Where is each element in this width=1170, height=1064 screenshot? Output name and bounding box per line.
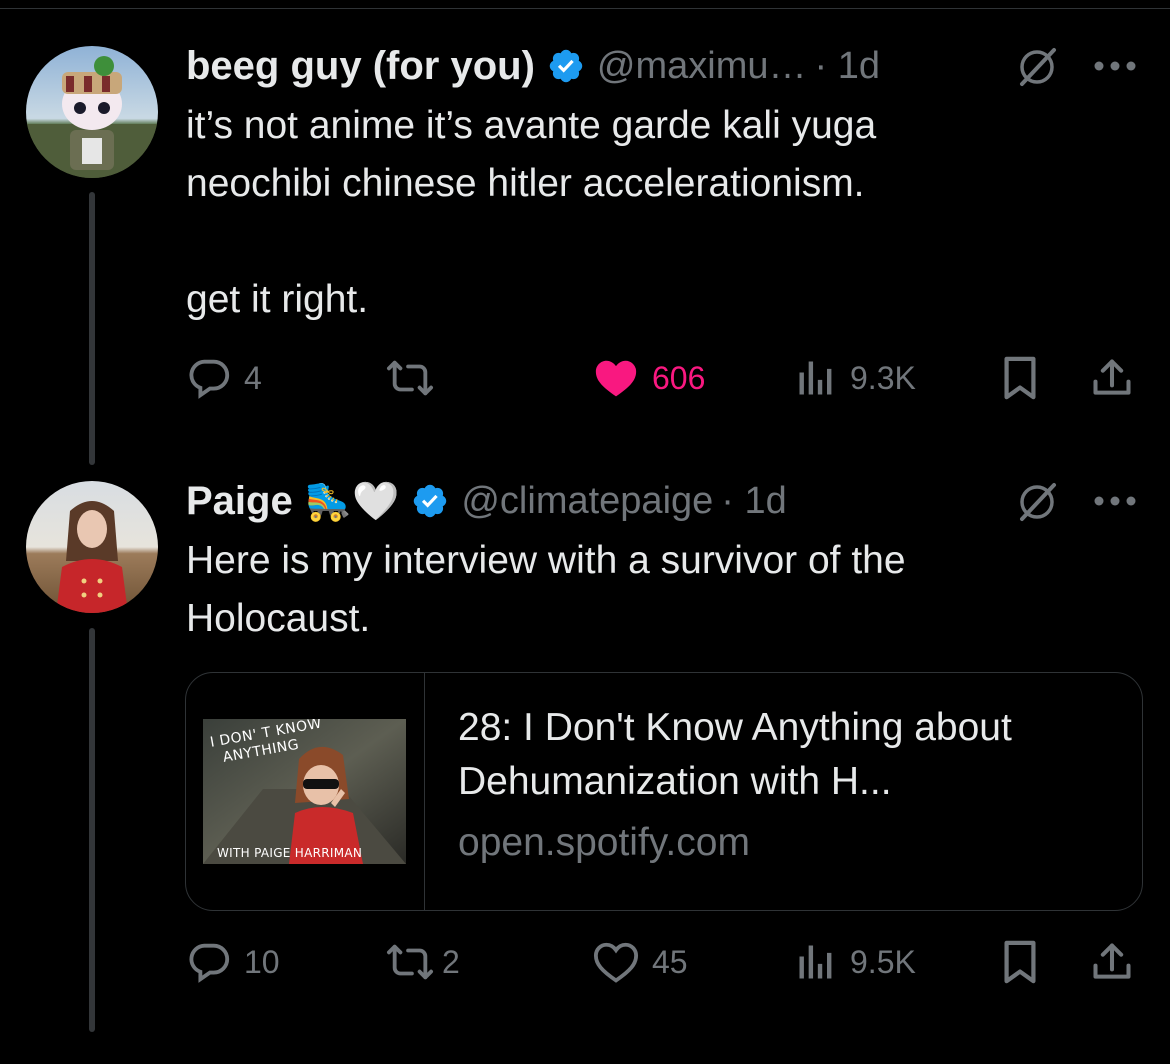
timestamp[interactable]: · 1d xyxy=(721,480,786,523)
tweet-header: Paige 🛼🤍 @climatepaige · 1d xyxy=(186,476,787,526)
like-count: 45 xyxy=(652,943,688,980)
tweet-1[interactable]: beeg guy (for you) @maximu… · 1d it’s no… xyxy=(0,0,1170,470)
action-bar: 4 606 9.3K xyxy=(186,353,1146,403)
share-icon xyxy=(1093,943,1131,979)
views-count: 9.3K xyxy=(850,359,916,396)
bookmark-button[interactable] xyxy=(1000,937,1040,987)
tweet-text: Here is my interview with a survivor of … xyxy=(186,539,906,640)
repost-count: 2 xyxy=(442,943,460,980)
share-button[interactable] xyxy=(1090,937,1134,987)
repost-button[interactable]: 2 xyxy=(384,937,460,987)
repost-icon xyxy=(386,944,433,980)
grok-icon[interactable] xyxy=(1016,46,1058,88)
views-icon xyxy=(799,361,832,395)
bookmark-button[interactable] xyxy=(1000,353,1040,403)
avatar[interactable] xyxy=(26,481,158,613)
card-thumbnail: I DON' T KNOW ANYTHING WITH PAIGE HARRIM… xyxy=(203,719,406,864)
link-card[interactable]: I DON' T KNOW ANYTHING WITH PAIGE HARRIM… xyxy=(185,672,1143,911)
action-bar: 10 2 45 9.5K xyxy=(186,937,1146,987)
bookmark-icon xyxy=(1004,356,1036,400)
views-button[interactable]: 9.5K xyxy=(794,937,916,987)
reply-icon xyxy=(189,943,230,983)
reply-count: 4 xyxy=(244,359,262,396)
card-title[interactable]: 28: I Don't Know Anything about Dehumani… xyxy=(458,701,1118,809)
more-icon[interactable] xyxy=(1092,59,1138,73)
handle[interactable]: @maximu… xyxy=(597,45,807,88)
repost-button[interactable] xyxy=(384,353,448,403)
thread-line xyxy=(89,192,95,465)
share-button[interactable] xyxy=(1090,353,1134,403)
verified-badge-icon xyxy=(411,482,449,520)
share-icon xyxy=(1093,359,1131,395)
avatar[interactable] xyxy=(26,46,158,178)
like-count: 606 xyxy=(652,359,706,396)
handle[interactable]: @climatepaige xyxy=(461,480,713,523)
more-icon[interactable] xyxy=(1092,494,1138,508)
like-icon xyxy=(593,942,639,983)
reply-button[interactable]: 4 xyxy=(186,353,262,403)
like-icon xyxy=(595,360,637,397)
reply-icon xyxy=(189,359,230,399)
views-count: 9.5K xyxy=(850,943,916,980)
grok-icon[interactable] xyxy=(1016,481,1058,523)
repost-icon xyxy=(386,360,433,396)
card-thumbnail-frame: I DON' T KNOW ANYTHING WITH PAIGE HARRIM… xyxy=(186,673,425,910)
timestamp[interactable]: · 1d xyxy=(814,45,879,88)
thumbnail-caption: WITH PAIGE HARRIMAN xyxy=(217,846,363,860)
like-button[interactable]: 606 xyxy=(592,353,705,403)
tweet-text: it’s not anime it’s avante garde kali yu… xyxy=(186,104,877,321)
views-icon xyxy=(799,945,832,979)
verified-badge-icon xyxy=(547,47,585,85)
bookmark-icon xyxy=(1004,940,1036,984)
name-emoji: 🛼🤍 xyxy=(304,478,400,523)
views-button[interactable]: 9.3K xyxy=(794,353,916,403)
display-name[interactable]: Paige xyxy=(186,479,293,524)
display-name[interactable]: beeg guy (for you) xyxy=(186,44,535,89)
card-domain[interactable]: open.spotify.com xyxy=(458,821,750,865)
reply-button[interactable]: 10 xyxy=(186,937,280,987)
like-button[interactable]: 45 xyxy=(592,937,688,987)
thread-line xyxy=(89,628,95,1032)
tweet-header: beeg guy (for you) @maximu… · 1d xyxy=(186,41,880,91)
reply-count: 10 xyxy=(244,943,280,980)
